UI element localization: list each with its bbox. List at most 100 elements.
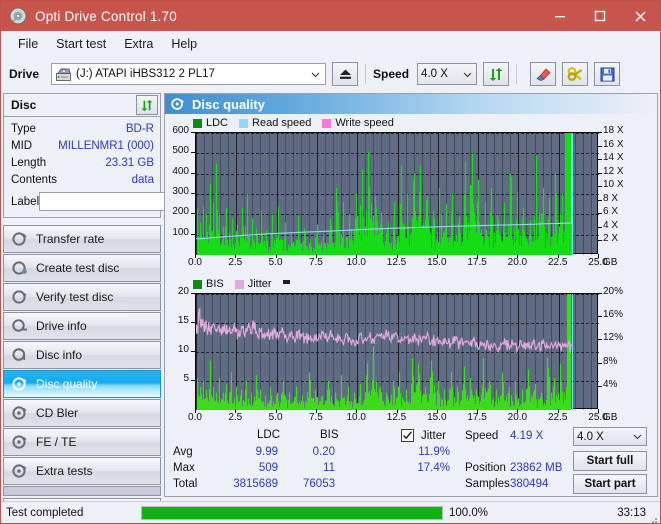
y2-tick-mark [598,213,602,214]
disc-panel-header: Disc [3,93,161,117]
speed-label: Speed [373,67,410,81]
plot-area [195,293,599,410]
disc-bler-icon [12,405,28,421]
disc-label-key: Label [11,195,40,208]
chart-top-legend: LDC Read speed Write speed [165,116,657,130]
disc-row-type: Type BD-R [11,120,154,137]
y-tick-mark [191,213,195,214]
refresh-button[interactable] [483,62,510,86]
sidebar-item-verify-test-disc[interactable]: Verify test disc [3,283,161,311]
y2-tick-mark [598,132,602,133]
tools-button[interactable] [562,62,589,86]
jitter-checkbox[interactable] [401,429,414,442]
close-icon[interactable] [620,1,660,31]
chart-bis-jitter: 5 10 15 20 4% 8% 12% 16% 20% 0.0 2.5 5.0 7.5 10.0 12.5… [165,286,657,429]
disc-key-contents: Contents [11,173,58,186]
drive-select[interactable]: (J:) ATAPI iHBS312 2 PL17 [51,63,327,85]
y2-tick-mark [598,159,602,160]
erase-button[interactable] [530,62,557,86]
x-tick-label: 7.5 [308,412,323,423]
y-tick-label: 500 [172,145,189,157]
y-tick-label: 600 [172,125,189,136]
y-tick-mark [191,193,195,194]
plot-canvas [196,294,599,410]
x-tick-label: 15.0 [427,257,447,268]
test-speed-select[interactable]: 4.0 X [573,427,647,446]
speed-stat-value: 4.19 X [510,430,544,442]
sidebar-item-extra-tests[interactable]: Extra tests [3,457,161,485]
x-tick-mark [316,254,317,258]
x-tick-label: 5.0 [268,412,283,423]
sidebar-item-disc-info[interactable]: Disc info [3,341,161,369]
menu-item-help[interactable]: Help [162,35,206,53]
sidebar-item-drive-info[interactable]: Drive info [3,312,161,340]
sidebar-item-transfer-rate[interactable]: Transfer rate [3,225,161,253]
start-full-button[interactable]: Start full [573,451,647,471]
cursor-line [572,133,573,255]
x-tick-mark [235,409,236,413]
y2-tick-label: 20% [603,286,624,297]
eject-button[interactable] [332,62,359,86]
disc-value-type: BD-R [125,122,154,135]
maximize-icon[interactable] [580,1,620,31]
speed-value: 4.0 X [421,68,448,80]
stats-avg-bis: 0.20 [312,446,335,458]
sidebar-label: Drive info [36,319,87,333]
y2-tick-mark [598,293,602,294]
menu-item-file[interactable]: File [9,35,47,53]
progress-percent: 100.0% [449,506,489,519]
title-bar: Opti Drive Control 1.70 [1,1,660,31]
chevron-down-icon[interactable] [310,69,321,80]
disc-refresh-button[interactable] [136,95,158,115]
sidebar-item-disc-quality[interactable]: Disc quality [3,370,161,398]
minimize-icon[interactable] [540,1,580,31]
start-part-button[interactable]: Start part [573,474,647,494]
drive-icon [56,68,72,81]
y-tick-mark [191,152,195,153]
x-tick-label: 10.0 [346,257,366,268]
menu-item-start-test[interactable]: Start test [47,35,115,53]
test-speed-value: 4.0 X [577,430,604,443]
y2-tick-label: 14 X [603,152,624,164]
y-tick-mark [191,132,195,133]
save-button[interactable] [594,62,621,86]
sidebar-item-create-test-disc[interactable]: Create test disc [3,254,161,282]
stats-row-label-total: Total [173,478,198,490]
start-part-label: Start part [584,478,636,490]
position-value: 23862 MB [510,462,563,474]
x-tick-mark [235,254,236,258]
x-tick-mark [437,254,438,258]
sidebar-item-fe-te[interactable]: FE / TE [3,428,161,456]
chevron-down-icon[interactable] [462,69,473,80]
stats-max-bis: 11 [323,462,335,474]
resize-grip[interactable] [648,511,658,523]
sidebar-item-cd-bler[interactable]: CD Bler [3,399,161,427]
app-window: Opti Drive Control 1.70 File Start test … [0,0,661,524]
y-tick-mark [191,351,195,352]
legend-label-read-speed: Read speed [252,117,312,129]
disc-label-row: Label [11,191,248,212]
drive-toolbar: Drive (J:) ATAPI iHBS312 2 PL17 Speed 4.… [1,57,660,91]
toolbar-separator [365,64,367,84]
x-tick-label: 17.5 [467,412,487,423]
y-tick-mark [191,173,195,174]
y2-tick-mark [598,386,602,387]
sidebar-label: FE / TE [36,435,77,449]
x-tick-label: 2.5 [228,257,243,268]
stats-avg-ldc: 9.99 [255,446,278,458]
x-tick-mark [437,409,438,413]
speed-select[interactable]: 4.0 X [417,63,478,85]
x-tick-label: 12.5 [386,412,407,423]
chevron-down-icon[interactable] [632,431,643,442]
legend-swatch-jitter [234,279,244,289]
legend-marker-extra [282,279,290,284]
x-tick-mark [397,409,398,413]
x-tick-label: 7.5 [308,257,323,268]
y2-tick-label: 18 X [603,125,624,136]
window-title: Opti Drive Control 1.70 [35,8,177,24]
nav-spacer [3,486,161,496]
menu-item-extra[interactable]: Extra [115,35,162,53]
x-tick-mark [598,254,599,258]
x-tick-label: 12.5 [386,257,407,268]
chart-bottom-legend: BIS Jitter [165,277,657,291]
